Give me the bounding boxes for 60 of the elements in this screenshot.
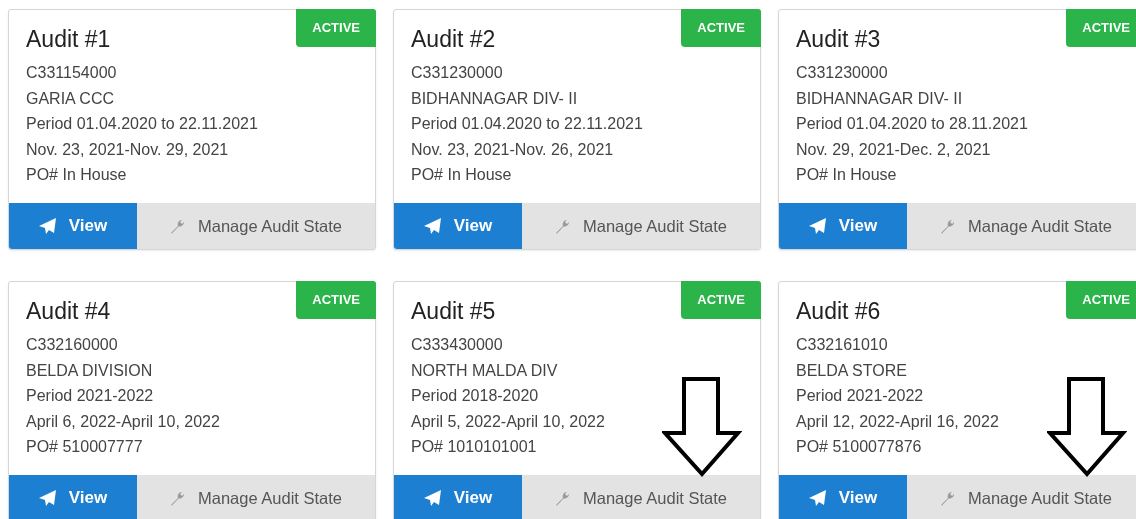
paper-plane-icon [808, 217, 827, 235]
card-detail: Period 2021-2022 [26, 386, 155, 406]
paper-plane-icon [423, 489, 442, 507]
card-detail: PO# In House [411, 165, 513, 185]
card-detail: PO# In House [26, 165, 128, 185]
card-title: Audit #4 [26, 298, 111, 325]
card-detail: PO# 1010101001 [411, 437, 538, 457]
card-title: Audit #6 [796, 298, 881, 325]
view-button[interactable]: View [394, 203, 522, 249]
paper-plane-icon [38, 489, 57, 507]
card-detail: Period 01.04.2020 to 28.11.2021 [796, 114, 1029, 134]
card-detail: Period 2021-2022 [796, 386, 925, 406]
paper-plane-icon [808, 489, 827, 507]
card-detail: Nov. 23, 2021-Nov. 29, 2021 [26, 139, 230, 160]
card-detail: BIDHANNAGAR DIV- II [796, 88, 964, 109]
paper-plane-icon [423, 217, 442, 235]
status-badge: ACTIVE [296, 9, 376, 47]
card-detail: C331154000 [26, 63, 118, 83]
status-badge: ACTIVE [296, 281, 376, 319]
view-button[interactable]: View [9, 475, 137, 519]
card-title: Audit #1 [26, 26, 111, 53]
card-detail: C332161010 [796, 335, 889, 355]
paper-plane-icon [38, 217, 57, 235]
card-detail: April 5, 2022-April 10, 2022 [411, 411, 606, 432]
view-button[interactable]: View [394, 475, 522, 519]
card-title: Audit #2 [411, 26, 496, 53]
card-detail: NORTH MALDA DIV [411, 360, 559, 381]
view-button[interactable]: View [779, 203, 907, 249]
card-detail: April 6, 2022-April 10, 2022 [26, 411, 221, 432]
card-detail: Nov. 23, 2021-Nov. 26, 2021 [411, 139, 615, 160]
card-title: Audit #3 [796, 26, 881, 53]
card-detail: C331230000 [411, 63, 504, 83]
status-badge: ACTIVE [1066, 281, 1136, 319]
wrench-icon [170, 218, 186, 234]
card-detail: PO# 5100077876 [796, 437, 923, 457]
status-badge: ACTIVE [681, 9, 761, 47]
card-detail: Period 01.04.2020 to 22.11.2021 [26, 114, 259, 134]
card-detail: C333430000 [411, 335, 504, 355]
card-detail: BELDA STORE [796, 360, 908, 381]
status-badge: ACTIVE [681, 281, 761, 319]
status-badge: ACTIVE [1066, 9, 1136, 47]
wrench-icon [940, 218, 956, 234]
card-detail: BELDA DIVISION [26, 360, 154, 381]
view-button[interactable]: View [779, 475, 907, 519]
card-detail: Period 2018-2020 [411, 386, 540, 406]
card-detail: April 12, 2022-April 16, 2022 [796, 411, 1000, 432]
card-detail: GARIA CCC [26, 88, 115, 109]
view-button[interactable]: View [9, 203, 137, 249]
card-detail: BIDHANNAGAR DIV- II [411, 88, 579, 109]
card-detail: Period 01.04.2020 to 22.11.2021 [411, 114, 644, 134]
wrench-icon [555, 218, 571, 234]
card-detail: Nov. 29, 2021-Dec. 2, 2021 [796, 139, 992, 160]
wrench-icon [940, 490, 956, 506]
card-detail: PO# In House [796, 165, 898, 185]
card-detail: C331230000 [796, 63, 889, 83]
card-title: Audit #5 [411, 298, 496, 325]
wrench-icon [555, 490, 571, 506]
card-detail: PO# 510007777 [26, 437, 144, 457]
card-detail: C332160000 [26, 335, 119, 355]
wrench-icon [170, 490, 186, 506]
